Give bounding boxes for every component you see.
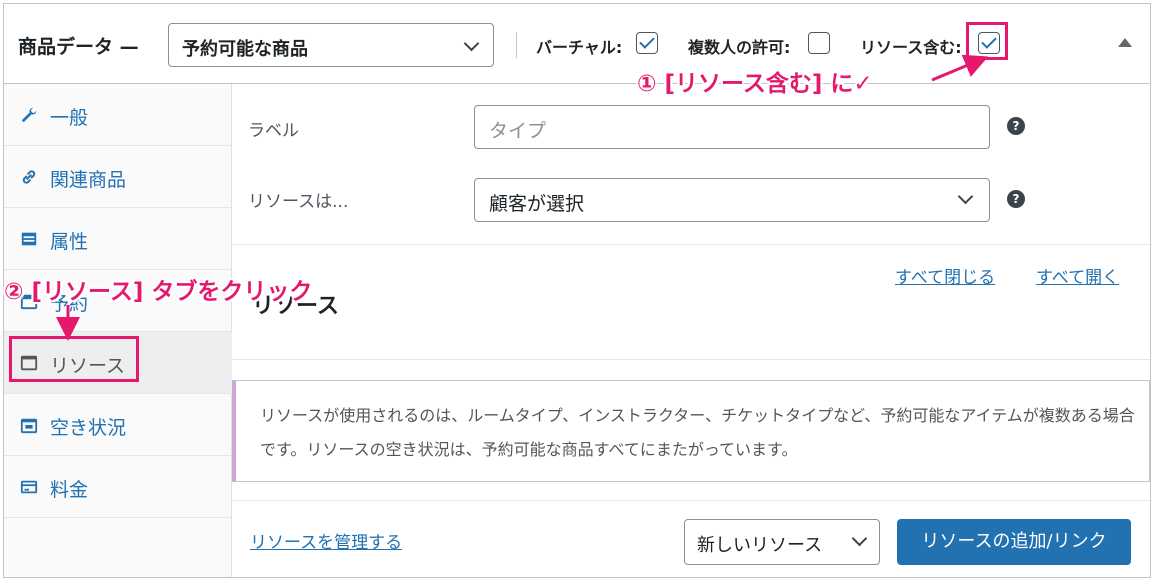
virtual-checkbox[interactable]: [636, 32, 658, 54]
multi-person-checkbox[interactable]: [808, 32, 830, 54]
checkbox-highlight-box: [966, 22, 1008, 60]
table-icon: [21, 232, 37, 246]
close-all-link[interactable]: すべて閉じる: [895, 263, 995, 288]
resources-are-label: リソースは...: [248, 192, 349, 212]
step2-annotation: ② [リソース] タブをクリック: [4, 279, 313, 305]
card-icon: [20, 480, 38, 494]
manage-resources-link[interactable]: リソースを管理する: [250, 528, 402, 553]
chevron-down-icon: [463, 35, 480, 52]
collapse-panel-icon[interactable]: [1118, 38, 1132, 47]
product-data-tabs: 一般 関連商品 属性 予約 リソース 空き状況 料金: [4, 84, 232, 577]
multi-person-label: 複数人の許可:: [688, 38, 791, 57]
tab-pricing[interactable]: 料金: [4, 456, 232, 518]
tab-attributes-label: 属性: [50, 231, 89, 253]
resources-are-value: 顧客が選択: [489, 193, 585, 215]
include-resources-label: リソース含む:: [860, 38, 962, 57]
fields-divider: [232, 244, 1150, 245]
resource-label-placeholder: タイプ: [489, 120, 547, 142]
footer-divider: [232, 500, 1150, 501]
tab-availability-label: 空き状況: [50, 417, 127, 439]
product-data-title: 商品データ —: [18, 36, 139, 58]
product-type-value: 予約可能な商品: [182, 39, 308, 60]
help-icon[interactable]: ?: [1007, 117, 1025, 135]
tab-pricing-label: 料金: [50, 479, 89, 501]
tab-general[interactable]: 一般: [4, 84, 232, 146]
new-resource-value: 新しいリソース: [697, 535, 823, 556]
add-link-resource-button[interactable]: リソースの追加/リンク: [897, 519, 1131, 565]
step1-annotation: ① [リソース含む] に✓: [637, 71, 873, 97]
section-divider: [232, 359, 1150, 360]
resource-label-input[interactable]: タイプ: [474, 105, 990, 149]
tab-attributes[interactable]: 属性: [4, 208, 232, 270]
open-all-link[interactable]: すべて開く: [1036, 263, 1119, 288]
tab-linked-products-label: 関連商品: [50, 169, 127, 191]
link-icon: [22, 170, 36, 184]
resources-notice-text: リソースが使用されるのは、ルームタイプ、インストラクター、チケットタイプなど、予…: [260, 406, 1135, 459]
tab-general-label: 一般: [50, 107, 89, 129]
chevron-down-icon: [851, 530, 868, 547]
virtual-label: バーチャル:: [536, 38, 623, 57]
chevron-down-icon: [957, 188, 974, 205]
wrench-icon: [22, 107, 37, 122]
header-divider: [516, 32, 517, 58]
tab-availability[interactable]: 空き状況: [4, 394, 232, 456]
tab-linked-products[interactable]: 関連商品: [4, 146, 232, 208]
resources-are-select[interactable]: 顧客が選択: [474, 178, 990, 222]
calendar-icon: [20, 418, 38, 434]
resources-notice: リソースが使用されるのは、ルームタイプ、インストラクター、チケットタイプなど、予…: [232, 380, 1150, 482]
help-icon[interactable]: ?: [1007, 190, 1025, 208]
new-resource-select[interactable]: 新しいリソース: [684, 519, 880, 565]
product-type-select[interactable]: 予約可能な商品: [168, 23, 494, 67]
resources-tab-highlight-box: [9, 336, 139, 382]
resource-label-label: ラベル: [248, 121, 299, 141]
